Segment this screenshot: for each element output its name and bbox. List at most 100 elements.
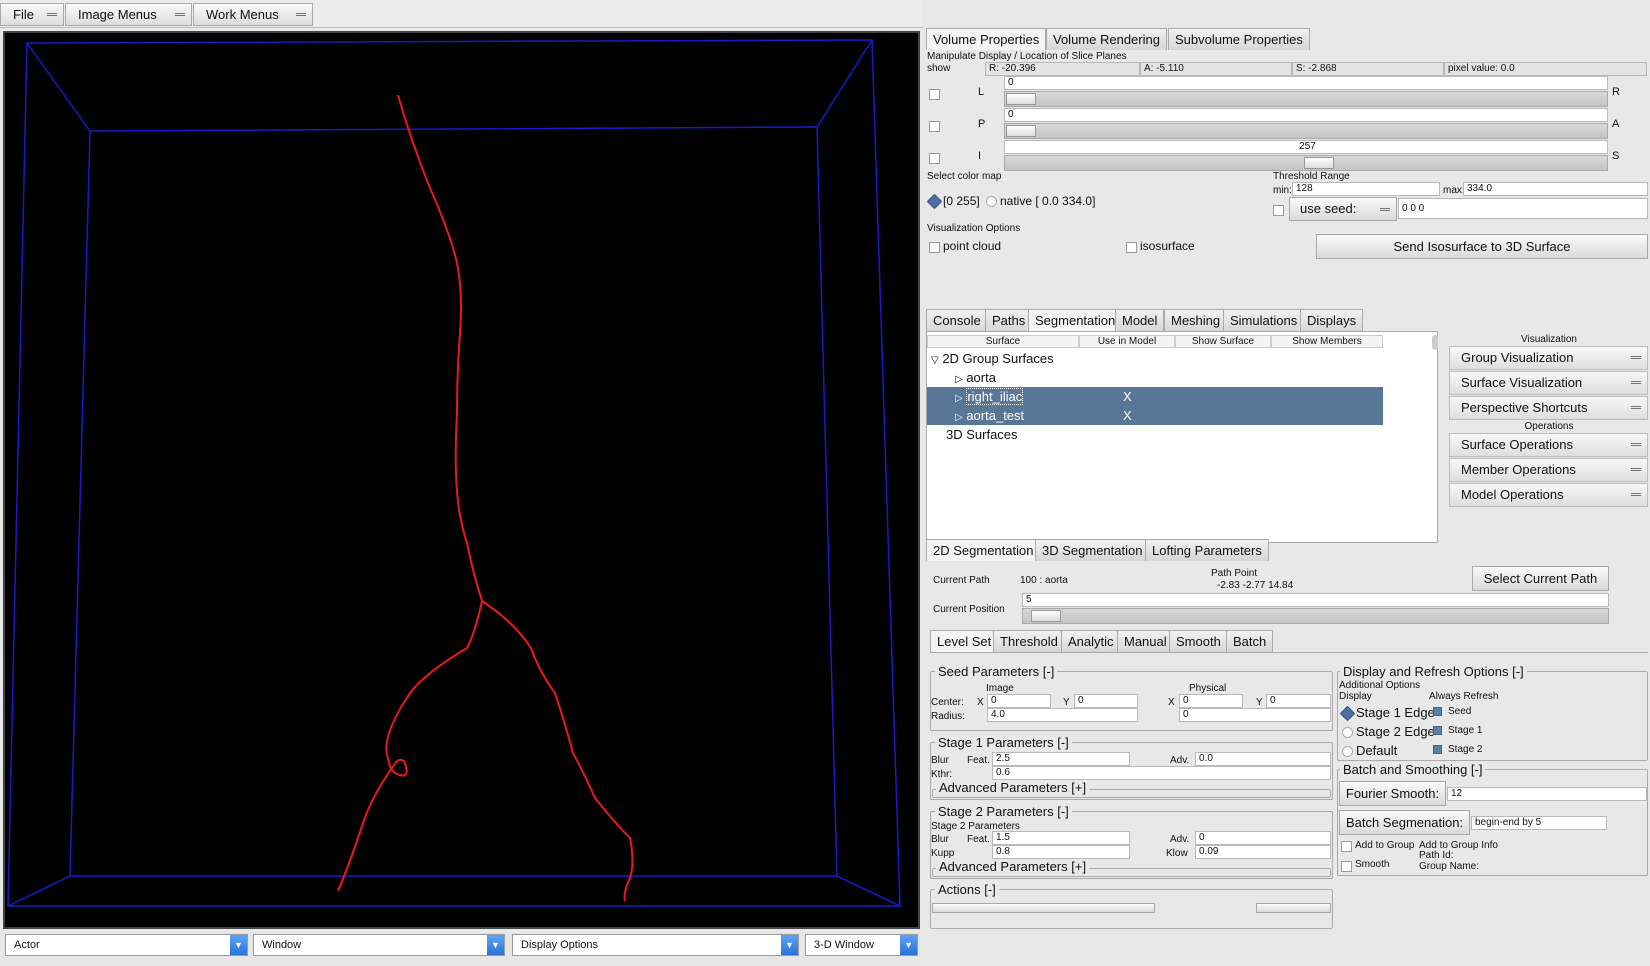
- tab-meshing[interactable]: Meshing: [1164, 309, 1228, 331]
- plane-slider[interactable]: [1004, 155, 1608, 171]
- column-show-members[interactable]: Show Members: [1271, 335, 1383, 348]
- tab-level-set[interactable]: Level Set: [930, 630, 999, 652]
- point-cloud-checkbox[interactable]: [929, 242, 940, 253]
- action-button[interactable]: [932, 903, 1155, 913]
- tree-item-right-iliac[interactable]: ▷ right_iliac: [955, 388, 1024, 405]
- tab-3d-segmentation[interactable]: 3D Segmentation: [1035, 539, 1150, 561]
- plane-slider[interactable]: [1004, 91, 1608, 107]
- threshold-max-input[interactable]: 334.0: [1463, 182, 1648, 196]
- column-use-in-model[interactable]: Use in Model: [1079, 335, 1175, 348]
- position-slider[interactable]: [1022, 608, 1609, 624]
- radius-input[interactable]: 4.0: [987, 708, 1138, 722]
- tab-threshold[interactable]: Threshold: [993, 630, 1065, 652]
- batch-segmentation-button[interactable]: Batch Segmenation:: [1339, 810, 1470, 835]
- tab-batch[interactable]: Batch: [1226, 630, 1274, 652]
- seed-input[interactable]: 0 0 0: [1398, 198, 1648, 219]
- use-in-model-mark[interactable]: X: [1123, 408, 1132, 423]
- colormap-radio-native[interactable]: [986, 196, 997, 207]
- stage1-advanced-toggle[interactable]: Advanced Parameters [+]: [936, 780, 1090, 795]
- batch-smoothing-title[interactable]: Batch and Smoothing [-]: [1340, 762, 1486, 777]
- tab-segmentation[interactable]: Segmentation: [1028, 309, 1123, 331]
- use-seed-checkbox[interactable]: [1273, 205, 1284, 216]
- slider-thumb[interactable]: [1006, 125, 1036, 137]
- physical-x-input[interactable]: 0: [1179, 694, 1243, 708]
- show-plane-checkbox[interactable]: [929, 153, 940, 164]
- tab-model[interactable]: Model: [1115, 309, 1165, 331]
- send-isosurface-button[interactable]: Send Isosurface to 3D Surface: [1316, 234, 1648, 259]
- image-x-input[interactable]: 0: [987, 694, 1051, 708]
- use-seed-dropdown[interactable]: use seed:: [1289, 197, 1397, 221]
- image-menus[interactable]: Image Menus: [65, 3, 192, 26]
- stage1-refresh-checkbox[interactable]: [1433, 726, 1442, 735]
- colormap-radio-0-255[interactable]: [926, 193, 943, 210]
- window-dropdown[interactable]: Window ▼: [253, 934, 505, 956]
- show-plane-checkbox[interactable]: [929, 89, 940, 100]
- seed-refresh-checkbox[interactable]: [1433, 707, 1442, 716]
- image-y-input[interactable]: 0: [1074, 694, 1138, 708]
- 3d-render-view[interactable]: [3, 31, 920, 929]
- fourier-smooth-input[interactable]: 12: [1447, 787, 1647, 801]
- column-surface[interactable]: Surface: [927, 335, 1079, 348]
- tab-displays[interactable]: Displays: [1300, 309, 1364, 331]
- tree-group-2d[interactable]: ▽ 2D Group Surfaces: [931, 351, 1054, 366]
- surface-tree[interactable]: Surface Use in Model Show Surface Show M…: [926, 331, 1438, 543]
- stage2-refresh-checkbox[interactable]: [1433, 745, 1442, 754]
- seed-parameters-title[interactable]: Seed Parameters [-]: [935, 664, 1058, 679]
- actor-dropdown[interactable]: Actor ▼: [5, 934, 248, 956]
- slider-thumb[interactable]: [1006, 93, 1036, 105]
- isosurface-checkbox[interactable]: [1126, 242, 1137, 253]
- stage1-parameters-title[interactable]: Stage 1 Parameters [-]: [935, 735, 1072, 750]
- tab-analytic[interactable]: Analytic: [1061, 630, 1121, 652]
- batch-segmentation-input[interactable]: begin-end by 5: [1471, 816, 1607, 830]
- show-plane-checkbox[interactable]: [929, 121, 940, 132]
- tab-console[interactable]: Console: [926, 309, 988, 331]
- display-options-dropdown[interactable]: Display Options ▼: [512, 934, 799, 956]
- tree-group-3d[interactable]: 3D Surfaces: [946, 427, 1018, 442]
- stage2-parameters-title[interactable]: Stage 2 Parameters [-]: [935, 804, 1072, 819]
- model-operations-button[interactable]: Model Operations: [1449, 483, 1648, 507]
- view-mode-dropdown[interactable]: 3-D Window ▼: [805, 934, 918, 956]
- select-current-path-button[interactable]: Select Current Path: [1472, 566, 1609, 591]
- stage2-adv-input[interactable]: 0: [1195, 831, 1331, 845]
- kupp-input[interactable]: 0.8: [992, 845, 1130, 859]
- tab-subvolume-properties[interactable]: Subvolume Properties: [1168, 28, 1310, 50]
- file-menu[interactable]: File: [0, 3, 64, 26]
- tab-smooth[interactable]: Smooth: [1169, 630, 1228, 652]
- tab-2d-segmentation[interactable]: 2D Segmentation: [926, 539, 1041, 561]
- member-operations-button[interactable]: Member Operations: [1449, 458, 1648, 482]
- display-refresh-title[interactable]: Display and Refresh Options [-]: [1340, 664, 1527, 679]
- work-menus[interactable]: Work Menus: [193, 3, 313, 26]
- klow-input[interactable]: 0.09: [1195, 845, 1331, 859]
- tab-paths[interactable]: Paths: [985, 309, 1033, 331]
- tree-item-aorta[interactable]: ▷ aorta: [955, 370, 996, 385]
- action-button[interactable]: [1256, 903, 1331, 913]
- tab-volume-rendering[interactable]: Volume Rendering: [1046, 28, 1167, 50]
- threshold-min-input[interactable]: 128: [1292, 182, 1440, 196]
- stage2-advanced-toggle[interactable]: Advanced Parameters [+]: [936, 859, 1090, 874]
- slider-thumb[interactable]: [1031, 610, 1061, 622]
- actions-title[interactable]: Actions [-]: [935, 882, 999, 897]
- tree-item-aorta-test[interactable]: ▷ aorta_test: [955, 408, 1024, 423]
- smooth-checkbox[interactable]: [1341, 861, 1352, 872]
- use-in-model-mark[interactable]: X: [1123, 389, 1132, 404]
- plane-slider[interactable]: [1004, 123, 1608, 139]
- perspective-shortcuts-button[interactable]: Perspective Shortcuts: [1449, 396, 1648, 420]
- tab-volume-properties[interactable]: Volume Properties: [926, 28, 1047, 50]
- radius-physical-input[interactable]: 0: [1179, 708, 1331, 722]
- surface-operations-button[interactable]: Surface Operations: [1449, 433, 1648, 457]
- stage2-edge-radio[interactable]: [1342, 727, 1353, 738]
- tree-scrollbar[interactable]: [1432, 335, 1438, 350]
- fourier-smooth-button[interactable]: Fourier Smooth:: [1339, 781, 1446, 806]
- column-show-surface[interactable]: Show Surface: [1175, 335, 1271, 348]
- tab-lofting-parameters[interactable]: Lofting Parameters: [1145, 539, 1269, 561]
- stage1-adv-input[interactable]: 0.0: [1195, 752, 1331, 766]
- kthr-input[interactable]: 0.6: [992, 766, 1331, 780]
- physical-y-input[interactable]: 0: [1266, 694, 1331, 708]
- slider-thumb[interactable]: [1304, 157, 1334, 169]
- stage1-feat-input[interactable]: 2.5: [992, 752, 1130, 766]
- add-to-group-checkbox[interactable]: [1341, 841, 1352, 852]
- stage2-feat-input[interactable]: 1.5: [992, 831, 1130, 845]
- surface-visualization-button[interactable]: Surface Visualization: [1449, 371, 1648, 395]
- default-radio[interactable]: [1342, 746, 1353, 757]
- group-visualization-button[interactable]: Group Visualization: [1449, 346, 1648, 370]
